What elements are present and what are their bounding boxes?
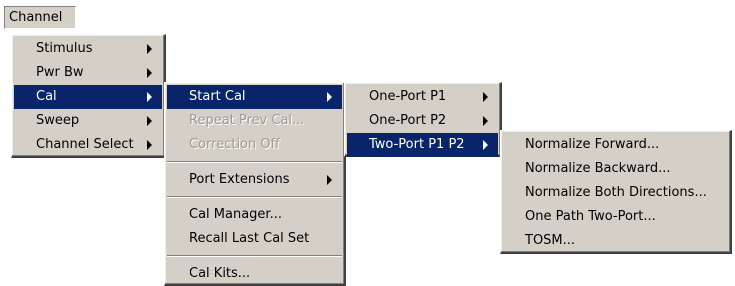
menu-item-label: Pwr Bw [36, 65, 84, 80]
menu-item-port-extensions[interactable]: Port Extensions [167, 168, 342, 192]
start-cal-menu: One-Port P1 One-Port P2 Two-Port P1 P2 [344, 82, 502, 157]
menu-item-one-port-p1[interactable]: One-Port P1 [347, 85, 498, 109]
submenu-arrow-icon [327, 92, 332, 102]
menu-item-label: Normalize Both Directions... [525, 185, 707, 200]
menu-item-normalize-backward[interactable]: Normalize Backward... [503, 157, 728, 181]
menu-item-correction-off[interactable]: Correction Off [167, 133, 342, 157]
channel-menu: Stimulus Pwr Bw Cal Sweep Channel Select [11, 34, 166, 158]
submenu-arrow-icon [483, 116, 488, 126]
menu-separator [167, 255, 342, 257]
menu-item-sweep[interactable]: Sweep [14, 109, 162, 133]
submenu-arrow-icon [147, 44, 152, 54]
menubar-channel-label: Channel [9, 10, 63, 25]
menu-separator [167, 161, 342, 163]
menu-item-label: Normalize Backward... [525, 161, 671, 176]
menu-item-stimulus[interactable]: Stimulus [14, 37, 162, 61]
menu-item-label: Sweep [36, 113, 80, 128]
menu-item-normalize-forward[interactable]: Normalize Forward... [503, 133, 728, 157]
submenu-arrow-icon [483, 92, 488, 102]
menu-item-label: One-Port P2 [369, 113, 447, 128]
menu-item-label: Repeat Prev Cal... [189, 113, 305, 128]
menu-item-label: Cal Kits... [189, 266, 251, 281]
menu-item-cal-manager[interactable]: Cal Manager... [167, 203, 342, 227]
submenu-arrow-icon [147, 116, 152, 126]
menu-item-cal[interactable]: Cal [14, 85, 162, 109]
menu-item-channel-select[interactable]: Channel Select [14, 133, 162, 157]
cal-menu: Start Cal Repeat Prev Cal... Correction … [164, 82, 346, 286]
menu-item-label: Start Cal [189, 89, 246, 104]
submenu-arrow-icon [483, 140, 488, 150]
submenu-arrow-icon [147, 68, 152, 78]
menubar-channel[interactable]: Channel [4, 6, 76, 29]
menu-item-label: Cal [36, 89, 57, 104]
menu-separator [167, 196, 342, 198]
menu-item-cal-kits[interactable]: Cal Kits... [167, 262, 342, 286]
submenu-arrow-icon [147, 92, 152, 102]
menu-item-tosm[interactable]: TOSM... [503, 229, 728, 253]
menu-item-label: Channel Select [36, 137, 134, 152]
menu-item-repeat-prev-cal[interactable]: Repeat Prev Cal... [167, 109, 342, 133]
menu-item-label: Stimulus [36, 41, 93, 56]
menu-item-label: Normalize Forward... [525, 137, 660, 152]
menu-item-label: Recall Last Cal Set [189, 231, 310, 246]
menu-item-pwr-bw[interactable]: Pwr Bw [14, 61, 162, 85]
submenu-arrow-icon [327, 175, 332, 185]
menu-item-label: Port Extensions [189, 172, 290, 187]
menu-item-two-port-p1-p2[interactable]: Two-Port P1 P2 [347, 133, 498, 157]
menu-item-start-cal[interactable]: Start Cal [167, 85, 342, 109]
menu-item-one-port-p2[interactable]: One-Port P2 [347, 109, 498, 133]
two-port-menu: Normalize Forward... Normalize Backward.… [500, 130, 732, 254]
submenu-arrow-icon [147, 140, 152, 150]
menu-item-label: One Path Two-Port... [525, 209, 656, 224]
menu-item-label: One-Port P1 [369, 89, 447, 104]
menu-item-normalize-both-directions[interactable]: Normalize Both Directions... [503, 181, 728, 205]
menu-item-label: TOSM... [525, 233, 576, 248]
menu-item-recall-last-cal-set[interactable]: Recall Last Cal Set [167, 227, 342, 251]
menu-item-label: Cal Manager... [189, 207, 282, 222]
menu-item-label: Two-Port P1 P2 [369, 137, 465, 152]
menu-item-label: Correction Off [189, 137, 280, 152]
menu-item-one-path-two-port[interactable]: One Path Two-Port... [503, 205, 728, 229]
